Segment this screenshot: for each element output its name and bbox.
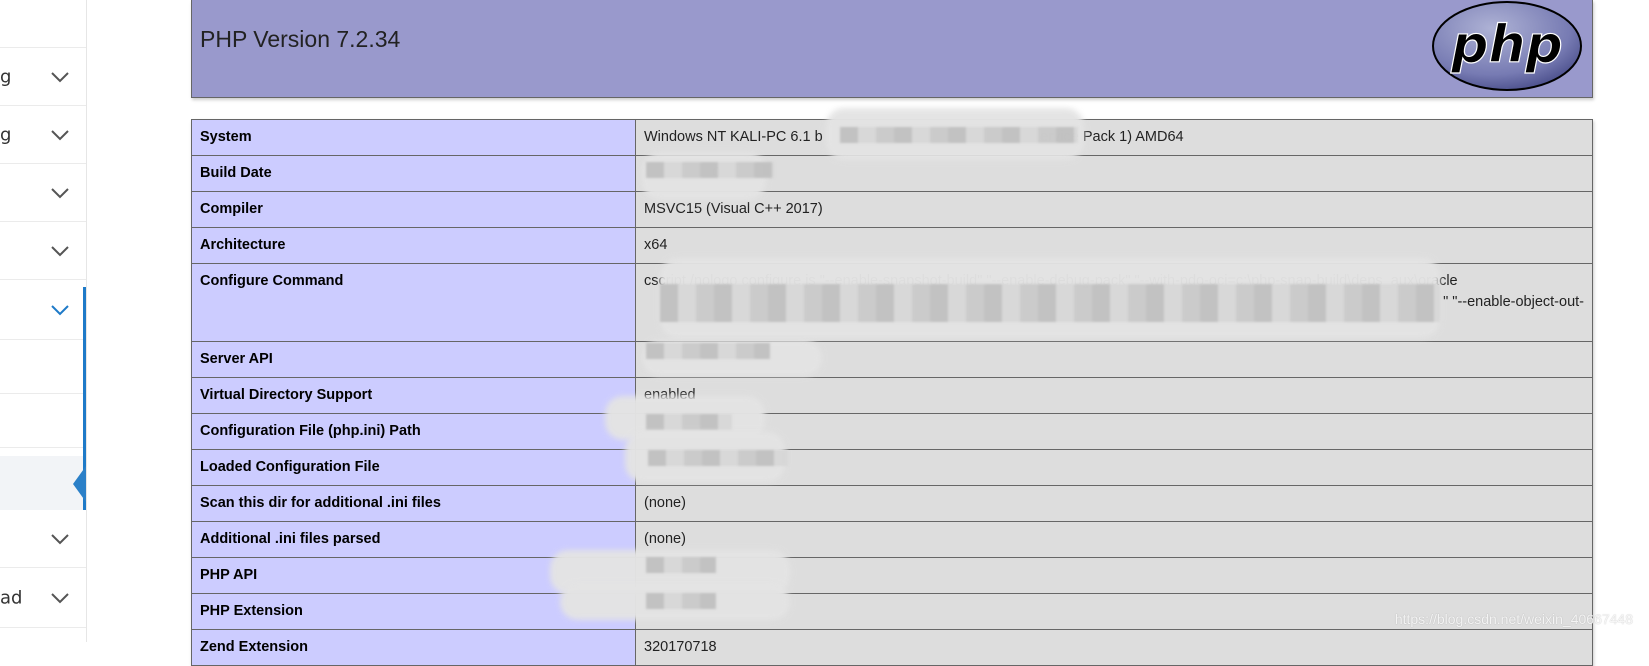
row-key: Server API <box>191 341 636 378</box>
row-value-text: Windows NT KALI-PC 6.1 b ervice Pack 1) … <box>644 129 1184 145</box>
sidebar-item-2[interactable]: g <box>0 48 86 106</box>
chevron-down-icon <box>51 187 69 198</box>
redaction-mosaic <box>840 127 1078 143</box>
sidebar-item-label: g <box>0 66 12 87</box>
table-row: Loaded Configuration File <box>191 449 1593 486</box>
redaction-mosaic <box>646 593 716 609</box>
row-key: Configure Command <box>191 263 636 342</box>
redaction-mosaic <box>646 557 716 573</box>
php-logo-text: php <box>1450 15 1562 75</box>
php-logo[interactable]: php <box>1430 0 1584 92</box>
table-row: PHP API <box>191 557 1593 594</box>
row-value: 320170718 <box>635 629 1593 666</box>
row-key: Build Date <box>191 155 636 192</box>
redaction-mosaic <box>646 414 732 430</box>
table-row: Compiler MSVC15 (Visual C++ 2017) <box>191 191 1593 228</box>
table-row: Zend Extension 320170718 <box>191 629 1593 666</box>
sidebar-item-1[interactable] <box>0 0 86 48</box>
redaction-mosaic <box>660 284 1440 322</box>
row-value-text: enabled <box>644 387 696 403</box>
row-key: Configuration File (php.ini) Path <box>191 413 636 450</box>
row-value-text: 320170718 <box>644 639 717 655</box>
row-key: Zend Extension <box>191 629 636 666</box>
table-row: Virtual Directory Support enabled <box>191 377 1593 414</box>
row-value: (none) <box>635 485 1593 522</box>
chevron-down-icon <box>51 533 69 544</box>
sidebar-item-label: ad <box>0 587 23 608</box>
row-value-text: (none) <box>644 495 686 511</box>
row-value-text <box>644 421 1584 442</box>
chevron-down-icon <box>51 304 69 315</box>
row-value: MSVC15 (Visual C++ 2017) <box>635 191 1593 228</box>
sidebar-item-7[interactable] <box>0 510 86 568</box>
row-value: 0 <box>635 155 1593 192</box>
sidebar-subitem-1[interactable] <box>0 340 86 394</box>
table-row: Scan this dir for additional .ini files … <box>191 485 1593 522</box>
row-key: Virtual Directory Support <box>191 377 636 414</box>
row-key: Loaded Configuration File <box>191 449 636 486</box>
row-value-text: MSVC15 (Visual C++ 2017) <box>644 201 823 217</box>
page-title: PHP Version 7.2.34 <box>200 26 401 52</box>
chevron-down-icon <box>51 71 69 82</box>
sidebar-item-3[interactable]: g <box>0 106 86 164</box>
chevron-down-icon <box>51 245 69 256</box>
table-row: Additional .ini files parsed (none) <box>191 521 1593 558</box>
row-value-text: (none) <box>644 531 686 547</box>
chevron-down-icon <box>51 592 69 603</box>
row-value: enabled <box>635 377 1593 414</box>
table-row: Build Date 0 <box>191 155 1593 192</box>
sidebar-item-5[interactable] <box>0 222 86 280</box>
row-key: Compiler <box>191 191 636 228</box>
sidebar-item-6-active[interactable] <box>0 280 86 340</box>
phpinfo-header: PHP Version 7.2.34 php <box>191 0 1593 98</box>
row-key: System <box>191 119 636 156</box>
row-key: Architecture <box>191 227 636 264</box>
table-row: Server API <box>191 341 1593 378</box>
row-value-text: 0 <box>644 163 1584 184</box>
phpinfo-table: System Windows NT KALI-PC 6.1 b ervice P… <box>191 119 1593 666</box>
row-value: Windows NT KALI-PC 6.1 b ervice Pack 1) … <box>635 119 1593 156</box>
table-row: PHP Extension <box>191 593 1593 630</box>
redaction-mosaic <box>646 162 774 178</box>
sidebar-nav: g g ad <box>0 0 87 642</box>
sidebar-item-4[interactable] <box>0 164 86 222</box>
table-row: Configuration File (php.ini) Path <box>191 413 1593 450</box>
row-value-text: x64 <box>644 237 668 253</box>
watermark-text: https://blog.csdn.net/weixin_40667448 <box>1394 611 1633 627</box>
redaction-mosaic <box>648 450 788 466</box>
chevron-down-icon <box>51 129 69 140</box>
sidebar-selected-pointer <box>73 466 86 502</box>
redaction-mosaic <box>646 343 770 359</box>
sidebar-subitem-2[interactable] <box>0 394 86 448</box>
sidebar-item-label: g <box>0 124 12 145</box>
sidebar-item-8[interactable]: ad <box>0 568 86 628</box>
row-key: Scan this dir for additional .ini files <box>191 485 636 522</box>
